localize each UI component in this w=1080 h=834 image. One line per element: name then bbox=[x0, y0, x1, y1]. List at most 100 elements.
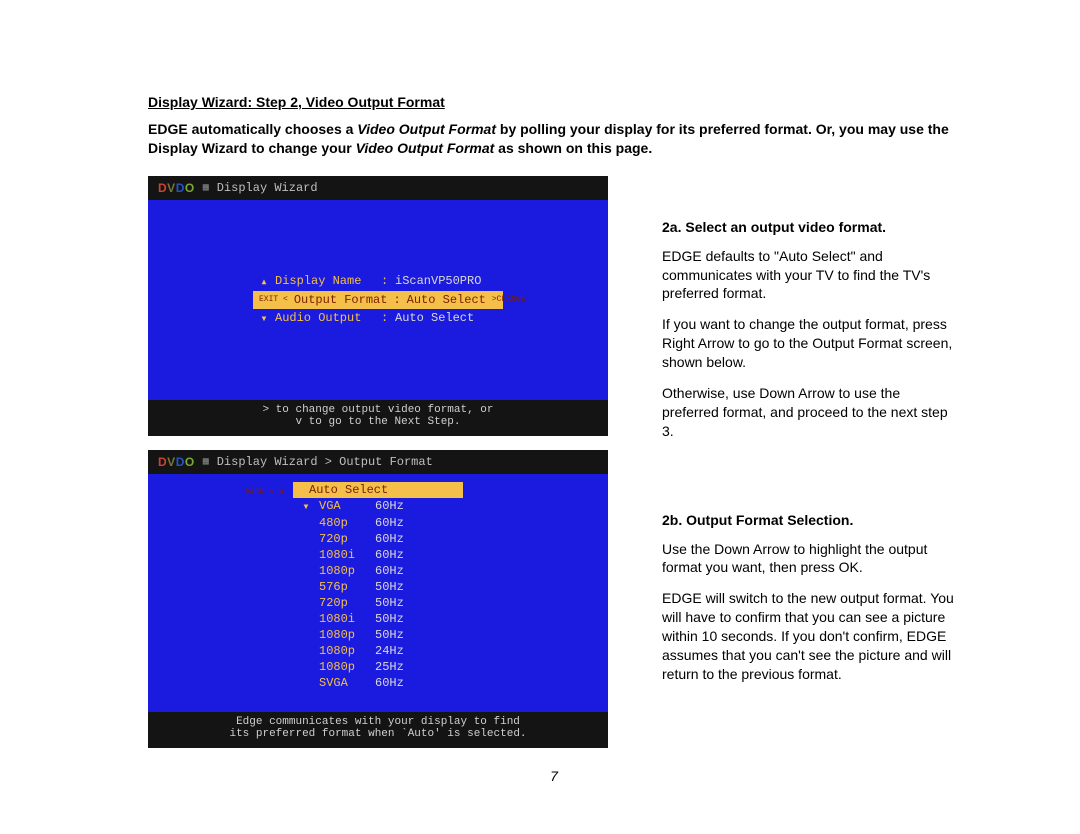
arrow-icon bbox=[301, 612, 311, 626]
section-heading: Display Wizard: Step 2, Video Output For… bbox=[148, 94, 960, 110]
screen1-menu: ▴ Display Name: iScanVP50PRO EXIT < Output F… bbox=[253, 272, 503, 328]
format-hz: 25Hz bbox=[375, 660, 404, 674]
format-hz: 24Hz bbox=[375, 644, 404, 658]
intro-ital-b: Video Output Format bbox=[357, 121, 496, 137]
format-name: 1080i bbox=[319, 548, 367, 562]
screen1-foot-line1: > to change output video format, or bbox=[148, 404, 608, 416]
screen1-titlebar: DVDO ▦ Display Wizard bbox=[148, 176, 608, 200]
dvdo-logo: DVDO bbox=[158, 181, 195, 195]
row-label: Display Name bbox=[275, 274, 375, 288]
screen2-breadcrumb: Display Wizard > Output Format bbox=[217, 455, 433, 469]
row-value: iScanVP50PRO bbox=[395, 274, 497, 288]
format-row: BACK < ⊛Auto Select bbox=[293, 482, 463, 498]
row-value: Auto Select bbox=[395, 311, 497, 325]
row-sep: : bbox=[381, 274, 389, 288]
sub-heading-2a: 2a. Select an output video format. bbox=[662, 218, 960, 237]
format-name: 720p bbox=[319, 596, 367, 610]
menu-row: ▾ Audio Output: Auto Select bbox=[253, 309, 503, 328]
format-row: 480p 60Hz bbox=[293, 515, 463, 531]
format-name: 480p bbox=[319, 516, 367, 530]
format-name: 576p bbox=[319, 580, 367, 594]
format-hz: 60Hz bbox=[375, 676, 404, 690]
screen2-titlebar: DVDO ▦ Display Wizard > Output Format bbox=[148, 450, 608, 474]
format-name: Auto Select bbox=[309, 483, 388, 497]
row-sep: : bbox=[381, 311, 389, 325]
format-hz: 50Hz bbox=[375, 612, 404, 626]
format-row: ▾ VGA 60Hz bbox=[293, 498, 463, 515]
format-row: 576p 50Hz bbox=[293, 579, 463, 595]
format-row: 1080p 24Hz bbox=[293, 643, 463, 659]
row-sep: : bbox=[393, 293, 400, 307]
format-name: 1080p bbox=[319, 644, 367, 658]
format-row: 1080p 50Hz bbox=[293, 627, 463, 643]
para-2a-1: EDGE defaults to "Auto Select" and commu… bbox=[662, 247, 960, 304]
row-label: Output Format bbox=[294, 293, 388, 307]
format-hz: 50Hz bbox=[375, 628, 404, 642]
format-row: 720p 50Hz bbox=[293, 595, 463, 611]
screen2-body: BACK < ⊛Auto Select▾ VGA 60Hz 480p 60Hz 720p 6… bbox=[148, 474, 608, 712]
para-2b-2: EDGE will switch to the new output forma… bbox=[662, 589, 960, 683]
para-2a-3: Otherwise, use Down Arrow to use the pre… bbox=[662, 384, 960, 441]
change-tag: >CHANGE bbox=[492, 295, 526, 304]
para-2a-2: If you want to change the output format,… bbox=[662, 315, 960, 372]
arrow-icon: ▴ bbox=[259, 274, 269, 289]
screen1-body: ▴ Display Name: iScanVP50PRO EXIT < Output F… bbox=[148, 200, 608, 400]
format-hz: 60Hz bbox=[375, 532, 404, 546]
menu-row: ▴ Display Name: iScanVP50PRO bbox=[253, 272, 503, 291]
screenshot-display-wizard: DVDO ▦ Display Wizard ▴ Display Name: iSca… bbox=[148, 176, 608, 436]
format-name: 1080p bbox=[319, 564, 367, 578]
format-name: 1080p bbox=[319, 628, 367, 642]
arrow-icon: ▾ bbox=[259, 311, 269, 326]
arrow-icon bbox=[301, 660, 311, 674]
format-name: SVGA bbox=[319, 676, 367, 690]
logo-mark: ▦ bbox=[203, 456, 209, 468]
format-hz: 60Hz bbox=[375, 516, 404, 530]
exit-tag: EXIT < bbox=[259, 295, 288, 304]
format-name: 1080p bbox=[319, 660, 367, 674]
screen1-breadcrumb: Display Wizard bbox=[217, 181, 318, 195]
screen2-footer: Edge communicates with your display to f… bbox=[148, 712, 608, 748]
screen2-foot-line2: its preferred format when `Auto' is sele… bbox=[148, 728, 608, 740]
format-name: VGA bbox=[319, 499, 367, 514]
left-column: DVDO ▦ Display Wizard ▴ Display Name: iSca… bbox=[148, 176, 608, 748]
intro-paragraph: EDGE automatically chooses a Video Outpu… bbox=[148, 120, 960, 158]
dvdo-logo: DVDO bbox=[158, 455, 195, 469]
format-hz: 60Hz bbox=[375, 499, 404, 514]
format-hz: 60Hz bbox=[375, 548, 404, 562]
format-row: 1080i 50Hz bbox=[293, 611, 463, 627]
format-hz: 50Hz bbox=[375, 580, 404, 594]
row-label: Audio Output bbox=[275, 311, 375, 325]
document-page: Display Wizard: Step 2, Video Output For… bbox=[0, 0, 1080, 814]
menu-row: EXIT <Output Format:Auto Select>CHANGE bbox=[253, 291, 503, 309]
intro-text-a: EDGE automatically chooses a bbox=[148, 121, 357, 137]
columns: DVDO ▦ Display Wizard ▴ Display Name: iSca… bbox=[148, 176, 960, 748]
screen1-foot-line2: v to go to the Next Step. bbox=[148, 416, 608, 428]
arrow-icon bbox=[301, 516, 311, 530]
arrow-icon bbox=[301, 580, 311, 594]
format-row: 1080p 60Hz bbox=[293, 563, 463, 579]
format-hz: 60Hz bbox=[375, 564, 404, 578]
logo-mark: ▦ bbox=[203, 182, 209, 194]
format-row: 720p 60Hz bbox=[293, 531, 463, 547]
arrow-icon bbox=[301, 532, 311, 546]
format-name: 720p bbox=[319, 532, 367, 546]
screenshot-output-format: DVDO ▦ Display Wizard > Output Format BA… bbox=[148, 450, 608, 748]
format-row: 1080p 25Hz bbox=[293, 659, 463, 675]
intro-ital-d: Video Output Format bbox=[356, 140, 495, 156]
arrow-icon: ▾ bbox=[301, 499, 311, 514]
format-name: 1080i bbox=[319, 612, 367, 626]
format-row: 1080i 60Hz bbox=[293, 547, 463, 563]
page-number: 7 bbox=[148, 768, 960, 784]
para-2b-1: Use the Down Arrow to highlight the outp… bbox=[662, 540, 960, 578]
arrow-icon bbox=[301, 596, 311, 610]
arrow-icon bbox=[301, 676, 311, 690]
arrow-icon bbox=[301, 644, 311, 658]
arrow-icon bbox=[301, 548, 311, 562]
screen2-foot-line1: Edge communicates with your display to f… bbox=[148, 716, 608, 728]
screen2-list: BACK < ⊛Auto Select▾ VGA 60Hz 480p 60Hz 720p 6… bbox=[293, 482, 463, 712]
format-hz: 50Hz bbox=[375, 596, 404, 610]
right-column: 2a. Select an output video format. EDGE … bbox=[662, 176, 960, 696]
arrow-icon bbox=[301, 564, 311, 578]
row-value: Auto Select bbox=[407, 293, 486, 307]
arrow-icon bbox=[301, 628, 311, 642]
